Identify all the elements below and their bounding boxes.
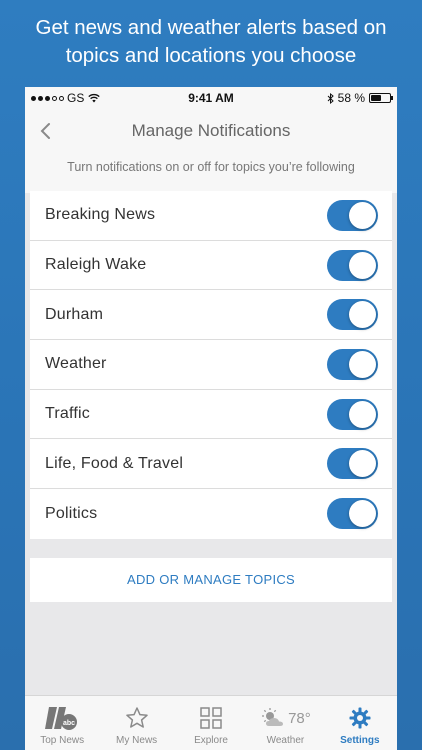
topic-label: Durham: [45, 305, 104, 323]
instructions-text: Turn notifications on or off for topics …: [25, 153, 397, 193]
promo-line-1: Get news and weather alerts based on: [35, 16, 387, 39]
status-bar: GS 9:41 AM 58 %: [25, 87, 397, 109]
topic-row: Traffic: [30, 390, 392, 440]
topic-row: Breaking News: [30, 191, 392, 241]
tab-top-news[interactable]: abc Top News: [25, 696, 99, 750]
toggle-knob: [349, 450, 376, 478]
promo-headline: Get news and weather alerts based on top…: [0, 14, 422, 70]
add-manage-topics-button[interactable]: ADD OR MANAGE TOPICS: [30, 558, 392, 602]
tab-label: Weather: [266, 735, 305, 746]
page-title: Manage Notifications: [131, 121, 291, 140]
star-icon: [125, 703, 149, 733]
bluetooth-icon: [327, 92, 334, 104]
topic-row: Durham: [30, 290, 392, 341]
toggle-knob: [349, 350, 376, 378]
topic-label: Breaking News: [45, 206, 156, 224]
notification-toggle[interactable]: [327, 348, 378, 380]
topic-row: Life, Food & Travel: [30, 439, 392, 490]
tab-label: My News: [116, 735, 158, 746]
tab-settings[interactable]: Settings: [323, 696, 397, 750]
toggle-knob: [349, 500, 376, 528]
tab-explore[interactable]: Explore: [174, 696, 248, 750]
grid-icon: [200, 703, 222, 733]
topic-label: Weather: [45, 355, 107, 373]
tab-label: Top News: [40, 735, 85, 746]
notification-toggle[interactable]: [327, 249, 378, 281]
notification-toggle[interactable]: [327, 448, 378, 480]
topic-row: Weather: [30, 340, 392, 390]
svg-text:abc: abc: [63, 720, 75, 727]
toggle-knob: [349, 201, 376, 229]
status-right: 58 %: [327, 91, 393, 105]
notification-toggle[interactable]: [327, 398, 378, 430]
notification-toggle[interactable]: [327, 299, 378, 331]
weather-temperature: 78°: [288, 709, 311, 727]
weather-tab-icon: 78°: [260, 703, 311, 733]
battery-percent: 58 %: [337, 91, 365, 105]
notification-toggle[interactable]: [327, 498, 378, 530]
topic-label: Traffic: [45, 405, 90, 423]
partly-cloudy-icon: [262, 708, 284, 726]
promo-line-2: topics and locations you choose: [65, 44, 357, 67]
back-chevron-icon[interactable]: [37, 119, 57, 143]
tab-bar: abc Top News My News Explore 78° Weather…: [25, 695, 397, 750]
topic-list: Breaking News Raleigh Wake Durham Weather Tr…: [30, 191, 392, 539]
topic-row: Raleigh Wake: [30, 241, 392, 291]
navigation-bar: Manage Notifications: [25, 109, 397, 153]
battery-icon: [369, 93, 393, 103]
topic-label: Life, Food & Travel: [45, 454, 184, 472]
toggle-knob: [349, 400, 376, 428]
toggle-knob: [349, 301, 376, 329]
tab-label: Settings: [340, 735, 380, 746]
topic-label: Raleigh Wake: [45, 256, 147, 274]
phone-screen: GS 9:41 AM 58 % Manage Notifications Tur…: [25, 87, 397, 750]
topic-row: Politics: [30, 489, 392, 539]
tab-label: Explore: [194, 735, 228, 746]
tab-my-news[interactable]: My News: [99, 696, 173, 750]
gear-icon: [349, 703, 371, 733]
toggle-knob: [349, 251, 376, 279]
notification-toggle[interactable]: [327, 199, 378, 231]
tab-weather[interactable]: 78° Weather: [248, 696, 322, 750]
abc11-logo-icon: abc: [45, 703, 79, 733]
topic-label: Politics: [45, 504, 98, 522]
